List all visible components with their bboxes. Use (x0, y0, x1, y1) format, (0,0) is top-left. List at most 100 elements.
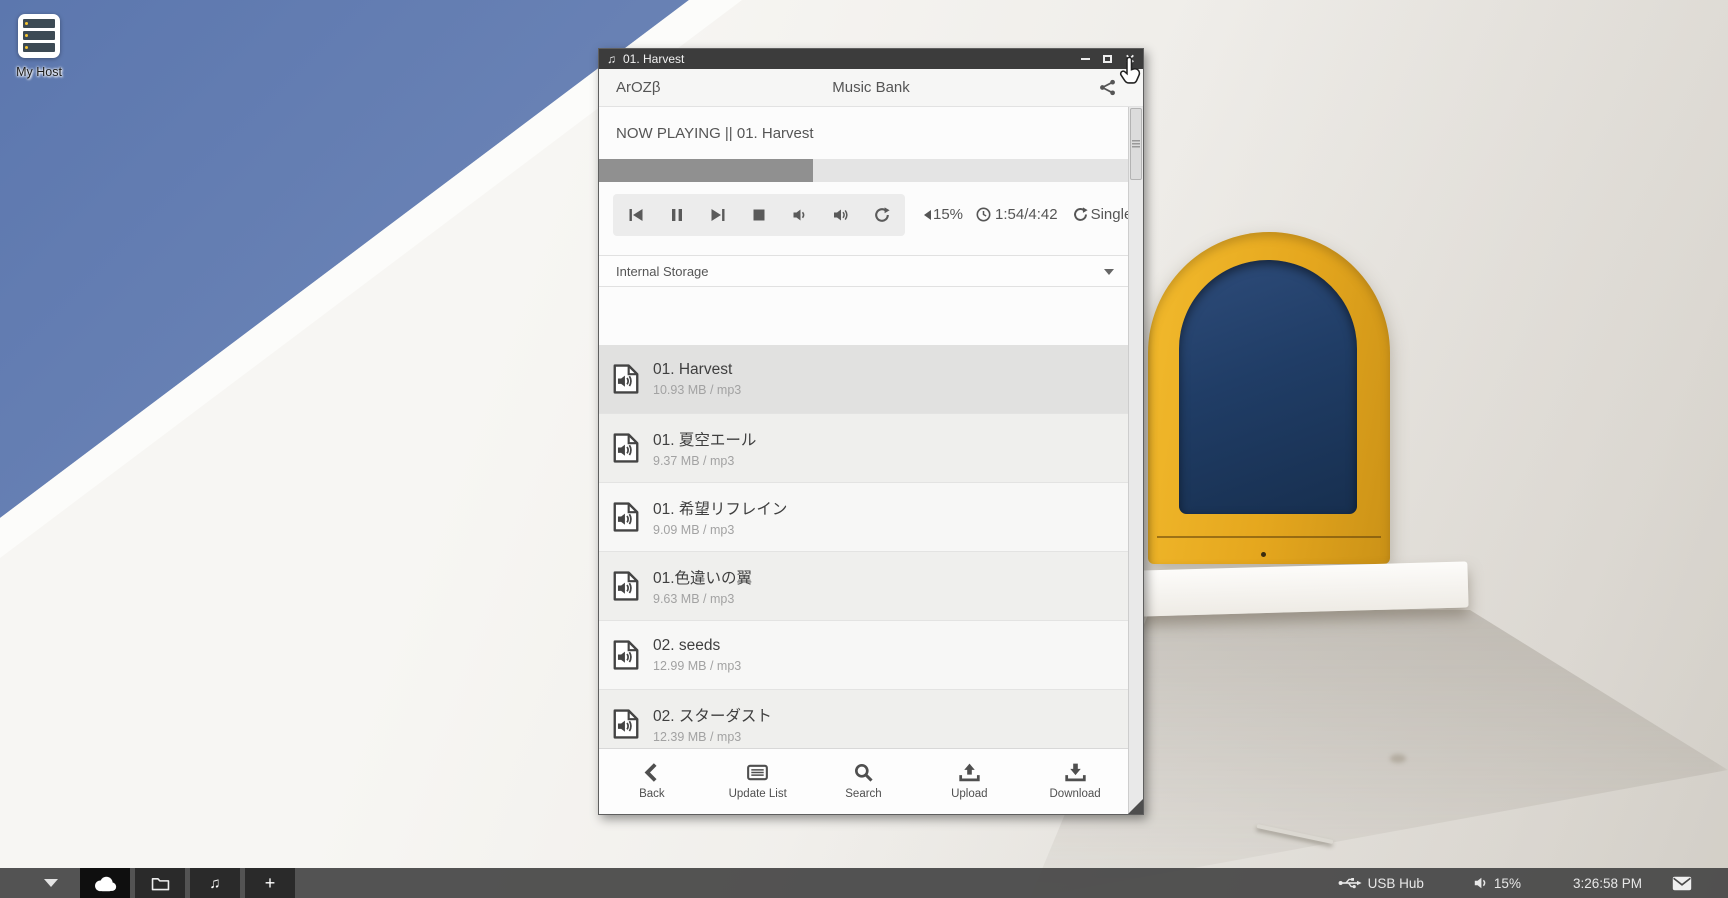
loop-mode-indicator[interactable]: Single (1073, 206, 1133, 223)
repeat-button[interactable] (874, 207, 890, 223)
song-meta: 12.39 MB / mp3 (653, 730, 772, 744)
previous-track-button[interactable] (628, 207, 644, 223)
audio-file-icon (613, 502, 639, 532)
wallpaper-spot (1390, 754, 1406, 763)
bottom-toolbar: Back Update List Search Upload Download (599, 748, 1128, 814)
download-button[interactable]: Download (1022, 749, 1128, 814)
music-note-icon: ♫ (209, 876, 220, 891)
volume-up-button[interactable] (833, 207, 849, 223)
volume-triangle-icon (924, 210, 931, 220)
song-list-item[interactable]: 02. スターダスト 12.39 MB / mp3 (599, 690, 1128, 748)
audio-file-icon (613, 433, 639, 463)
song-meta: 9.37 MB / mp3 (653, 454, 756, 468)
wallpaper-window-glass (1179, 260, 1357, 514)
taskbar-music-button[interactable]: ♫ (190, 868, 240, 898)
pause-button[interactable] (669, 207, 685, 223)
back-button[interactable]: Back (599, 749, 705, 814)
desktop: My Host ♫ 01. Harvest ✕ ArOZβ Music Bank… (0, 0, 1728, 898)
song-list-item[interactable]: 01.色違いの翼 9.63 MB / mp3 (599, 552, 1128, 621)
plus-icon: + (265, 874, 276, 892)
window-resize-handle[interactable] (1128, 799, 1143, 814)
clock-icon (976, 207, 991, 222)
audio-file-icon (613, 571, 639, 601)
minimize-button[interactable] (1081, 58, 1090, 60)
storage-select[interactable]: Internal Storage (599, 255, 1128, 287)
song-meta: 10.93 MB / mp3 (653, 383, 741, 397)
taskbar-chevron-down-icon[interactable] (44, 879, 58, 887)
stop-button[interactable] (751, 207, 767, 223)
share-icon[interactable] (1099, 79, 1116, 96)
scrollbar-grip-icon (1132, 140, 1140, 148)
song-meta: 9.09 MB / mp3 (653, 523, 787, 537)
usb-hub-status: USB Hub (1338, 875, 1424, 891)
song-list: 01. Harvest 10.93 MB / mp3 01. 夏空エール 9.3… (599, 345, 1128, 748)
search-button[interactable]: Search (811, 749, 917, 814)
window-scrollbar[interactable] (1128, 107, 1143, 814)
now-playing-label: NOW PLAYING || 01. Harvest (599, 107, 1128, 159)
song-title: 01. Harvest (653, 361, 741, 379)
usb-icon (1338, 875, 1362, 891)
storage-select-value: Internal Storage (616, 264, 709, 279)
usb-hub-label: USB Hub (1368, 876, 1424, 891)
window-titlebar[interactable]: ♫ 01. Harvest ✕ (599, 49, 1143, 69)
upload-icon (959, 763, 980, 782)
player-content: NOW PLAYING || 01. Harvest 15% (599, 107, 1128, 814)
wallpaper-windowsill (1137, 561, 1468, 616)
close-button[interactable]: ✕ (1125, 53, 1135, 65)
song-list-item[interactable]: 01. 夏空エール 9.37 MB / mp3 (599, 414, 1128, 483)
volume-status[interactable]: 15% (1474, 876, 1521, 891)
loop-mode-value: Single (1091, 206, 1133, 223)
volume-value: 15% (933, 206, 963, 223)
taskbar-app-buttons: ♫ + (80, 868, 295, 898)
song-title: 01.色違いの翼 (653, 566, 752, 588)
maximize-button[interactable] (1103, 55, 1112, 63)
song-title: 02. seeds (653, 637, 741, 655)
taskbar-folder-button[interactable] (135, 868, 185, 898)
desktop-icon-my-host[interactable]: My Host (2, 14, 76, 79)
app-title: Music Bank (599, 79, 1143, 96)
transport-controls (613, 194, 905, 236)
audio-file-icon (613, 364, 639, 394)
list-icon (747, 763, 768, 782)
time-value: 1:54/4:42 (995, 206, 1058, 223)
progress-fill (599, 159, 813, 182)
volume-down-button[interactable] (792, 207, 808, 223)
upload-button[interactable]: Upload (916, 749, 1022, 814)
loop-icon (1073, 207, 1088, 222)
chevron-down-icon (1104, 269, 1114, 275)
song-list-item[interactable]: 01. 希望リフレイン 9.09 MB / mp3 (599, 483, 1128, 552)
taskbar-cloud-button[interactable] (80, 868, 130, 898)
taskbar-volume-value: 15% (1494, 876, 1521, 891)
song-meta: 12.99 MB / mp3 (653, 659, 741, 673)
speaker-icon (1474, 876, 1488, 890)
taskbar-clock: 3:26:58 PM (1573, 876, 1642, 891)
app-header: ArOZβ Music Bank (599, 69, 1143, 107)
update-list-button[interactable]: Update List (705, 749, 811, 814)
song-list-item[interactable]: 02. seeds 12.99 MB / mp3 (599, 621, 1128, 690)
wallpaper-arched-window (1148, 232, 1390, 564)
audio-file-icon (613, 709, 639, 739)
next-track-button[interactable] (710, 207, 726, 223)
window-title: 01. Harvest (623, 52, 684, 66)
chevron-left-icon (641, 763, 662, 782)
download-icon (1065, 763, 1086, 782)
progress-bar[interactable] (599, 159, 1128, 182)
song-list-item[interactable]: 01. Harvest 10.93 MB / mp3 (599, 345, 1128, 414)
song-title: 01. 希望リフレイン (653, 497, 787, 519)
song-meta: 9.63 MB / mp3 (653, 592, 752, 606)
mail-icon[interactable] (1672, 876, 1692, 891)
song-title: 02. スターダスト (653, 704, 772, 726)
desktop-icon-label: My Host (2, 65, 76, 79)
audio-file-icon (613, 640, 639, 670)
time-indicator: 1:54/4:42 (976, 206, 1058, 223)
cloud-icon (93, 875, 117, 892)
volume-indicator: 15% (924, 206, 963, 223)
search-icon (853, 763, 874, 782)
music-player-window: ♫ 01. Harvest ✕ ArOZβ Music Bank NOW PLA… (598, 48, 1144, 815)
server-icon (18, 14, 60, 58)
scrollbar-thumb[interactable] (1130, 108, 1142, 180)
song-title: 01. 夏空エール (653, 428, 756, 450)
taskbar: ♫ + USB Hub 15% 3:26:58 PM (0, 868, 1728, 898)
taskbar-add-button[interactable]: + (245, 868, 295, 898)
music-note-icon: ♫ (607, 53, 616, 65)
